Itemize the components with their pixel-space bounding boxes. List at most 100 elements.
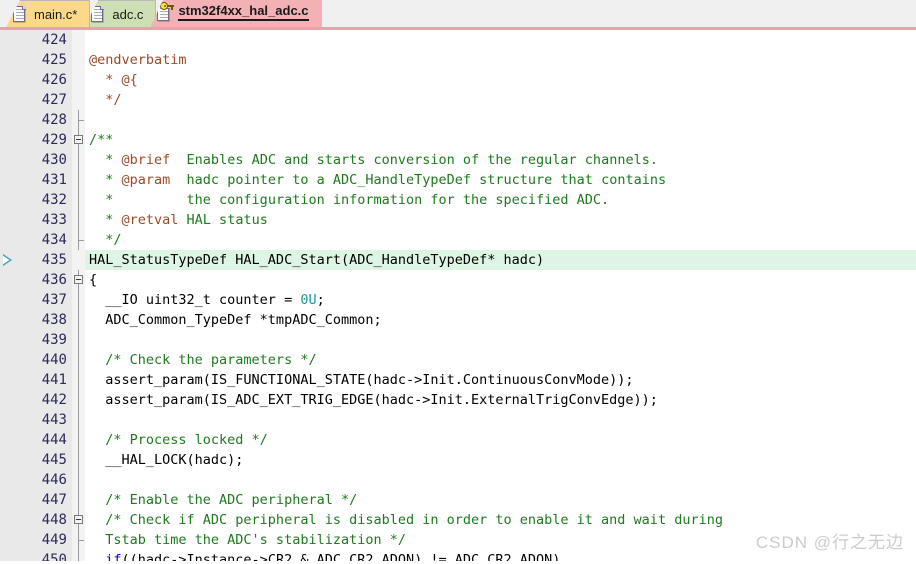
marker-gutter[interactable] <box>0 230 16 250</box>
code-token: { <box>89 272 98 288</box>
code-line[interactable]: 447 /* Enable the ADC peripheral */ <box>0 490 916 510</box>
marker-gutter[interactable] <box>0 350 16 370</box>
code-text: */ <box>85 90 916 110</box>
code-line[interactable]: 424 <box>0 30 916 50</box>
marker-gutter[interactable] <box>0 190 16 210</box>
code-token: Tstab time the ADC's stabilization */ <box>89 532 406 548</box>
fold-line <box>78 330 79 350</box>
fold-end-tick <box>78 120 84 121</box>
code-line[interactable]: 430 * @brief Enables ADC and starts conv… <box>0 150 916 170</box>
marker-gutter[interactable] <box>0 110 16 130</box>
marker-gutter[interactable] <box>0 430 16 450</box>
code-line[interactable]: 444 /* Process locked */ <box>0 430 916 450</box>
code-token: @endverbatim <box>89 52 187 68</box>
code-line[interactable]: 427 */ <box>0 90 916 110</box>
code-text: /* Process locked */ <box>85 430 916 450</box>
marker-gutter[interactable] <box>0 390 16 410</box>
code-text: /* Enable the ADC peripheral */ <box>85 490 916 510</box>
marker-gutter[interactable] <box>0 90 16 110</box>
line-number: 444 <box>16 430 72 450</box>
code-token: /** <box>89 132 114 148</box>
marker-gutter[interactable] <box>0 530 16 550</box>
marker-gutter[interactable] <box>0 290 16 310</box>
marker-gutter[interactable] <box>0 510 16 530</box>
fold-line <box>78 290 79 310</box>
code-text: * @param hadc pointer to a ADC_HandleTyp… <box>85 170 916 190</box>
code-line[interactable]: 443 <box>0 410 916 430</box>
marker-gutter[interactable] <box>0 370 16 390</box>
line-number: 431 <box>16 170 72 190</box>
code-editor-pane[interactable]: 424 425 @endverbatim 426 * @{427 */428 429/*… <box>0 30 916 561</box>
code-text: @endverbatim <box>85 50 916 70</box>
code-line[interactable]: 426 * @{ <box>0 70 916 90</box>
fold-column[interactable] <box>72 510 85 530</box>
code-line[interactable]: 449 Tstab time the ADC's stabilization *… <box>0 530 916 550</box>
code-token: assert_param(IS_ADC_EXT_TRIG_EDGE(hadc->… <box>89 392 658 408</box>
marker-gutter[interactable] <box>0 470 16 490</box>
code-line[interactable]: 431 * @param hadc pointer to a ADC_Handl… <box>0 170 916 190</box>
marker-gutter[interactable] <box>0 270 16 290</box>
code-line[interactable]: 434 */ <box>0 230 916 250</box>
ide-editor-window: main.c* adc.c stm32f4xx_hal_adc.c 424 425… <box>0 0 916 564</box>
code-line[interactable]: 441 assert_param(IS_FUNCTIONAL_STATE(had… <box>0 370 916 390</box>
marker-gutter[interactable] <box>0 170 16 190</box>
code-line[interactable]: 435 HAL_StatusTypeDef HAL_ADC_Start(ADC_H… <box>0 250 916 270</box>
code-line[interactable]: 448 /* Check if ADC peripheral is disabl… <box>0 510 916 530</box>
marker-gutter[interactable] <box>0 130 16 150</box>
fold-line <box>78 550 79 561</box>
code-line[interactable]: 428 <box>0 110 916 130</box>
code-line[interactable]: 442 assert_param(IS_ADC_EXT_TRIG_EDGE(ha… <box>0 390 916 410</box>
fold-column <box>72 490 85 510</box>
fold-end-tick <box>78 240 84 241</box>
code-token: assert_param(IS_FUNCTIONAL_STATE(hadc->I… <box>89 372 634 388</box>
code-token: /* Check if ADC peripheral is disabled i… <box>89 512 723 528</box>
code-line[interactable]: 437 __IO uint32_t counter = 0U; <box>0 290 916 310</box>
code-line[interactable]: 439 <box>0 330 916 350</box>
line-number: 432 <box>16 190 72 210</box>
execution-arrow-glyph <box>3 254 12 266</box>
fold-column[interactable] <box>72 130 85 150</box>
fold-collapse-box[interactable] <box>74 275 83 284</box>
marker-gutter[interactable] <box>0 330 16 350</box>
line-number: 441 <box>16 370 72 390</box>
code-token: Enables ADC and starts conversion of the… <box>170 152 658 168</box>
code-line[interactable]: 429 /** <box>0 130 916 150</box>
marker-gutter[interactable] <box>0 70 16 90</box>
code-line[interactable]: 440 /* Check the parameters */ <box>0 350 916 370</box>
fold-line <box>78 490 79 510</box>
marker-gutter[interactable] <box>0 410 16 430</box>
marker-gutter[interactable] <box>0 210 16 230</box>
code-token: */ <box>89 232 122 248</box>
code-line[interactable]: 445 __HAL_LOCK(hadc); <box>0 450 916 470</box>
marker-gutter[interactable] <box>0 450 16 470</box>
marker-gutter[interactable] <box>0 50 16 70</box>
code-line[interactable]: 436 { <box>0 270 916 290</box>
fold-column <box>72 150 85 170</box>
marker-gutter[interactable] <box>0 310 16 330</box>
code-line[interactable]: 450 if((hadc->Instance->CR2 & ADC_CR2_AD… <box>0 550 916 561</box>
fold-collapse-box[interactable] <box>74 515 83 524</box>
code-text: */ <box>85 230 916 250</box>
tab-main-c[interactable]: main.c* <box>6 0 91 27</box>
code-line[interactable]: 432 * the configuration information for … <box>0 190 916 210</box>
marker-gutter[interactable] <box>0 550 16 561</box>
fold-collapse-box[interactable] <box>74 135 83 144</box>
code-text: __HAL_LOCK(hadc); <box>85 450 916 470</box>
tab-adc-c[interactable]: adc.c <box>84 0 157 27</box>
fold-column <box>72 450 85 470</box>
fold-column[interactable] <box>72 270 85 290</box>
tab-stm32f4xx-hal-adc-c[interactable]: stm32f4xx_hal_adc.c <box>150 0 322 27</box>
line-number: 424 <box>16 30 72 50</box>
code-line[interactable]: 433 * @retval HAL status <box>0 210 916 230</box>
marker-gutter[interactable] <box>0 150 16 170</box>
code-line[interactable]: 446 <box>0 470 916 490</box>
code-token: */ <box>89 92 122 108</box>
code-line[interactable]: 425 @endverbatim <box>0 50 916 70</box>
code-token: ADC_Common_TypeDef *tmpADC_Common; <box>89 312 382 328</box>
code-line[interactable]: 438 ADC_Common_TypeDef *tmpADC_Common; <box>0 310 916 330</box>
line-number: 427 <box>16 90 72 110</box>
code-line-container: 424 425 @endverbatim 426 * @{427 */428 429/*… <box>0 30 916 561</box>
marker-gutter[interactable] <box>0 30 16 50</box>
marker-gutter[interactable] <box>0 490 16 510</box>
code-text: /* Check the parameters */ <box>85 350 916 370</box>
